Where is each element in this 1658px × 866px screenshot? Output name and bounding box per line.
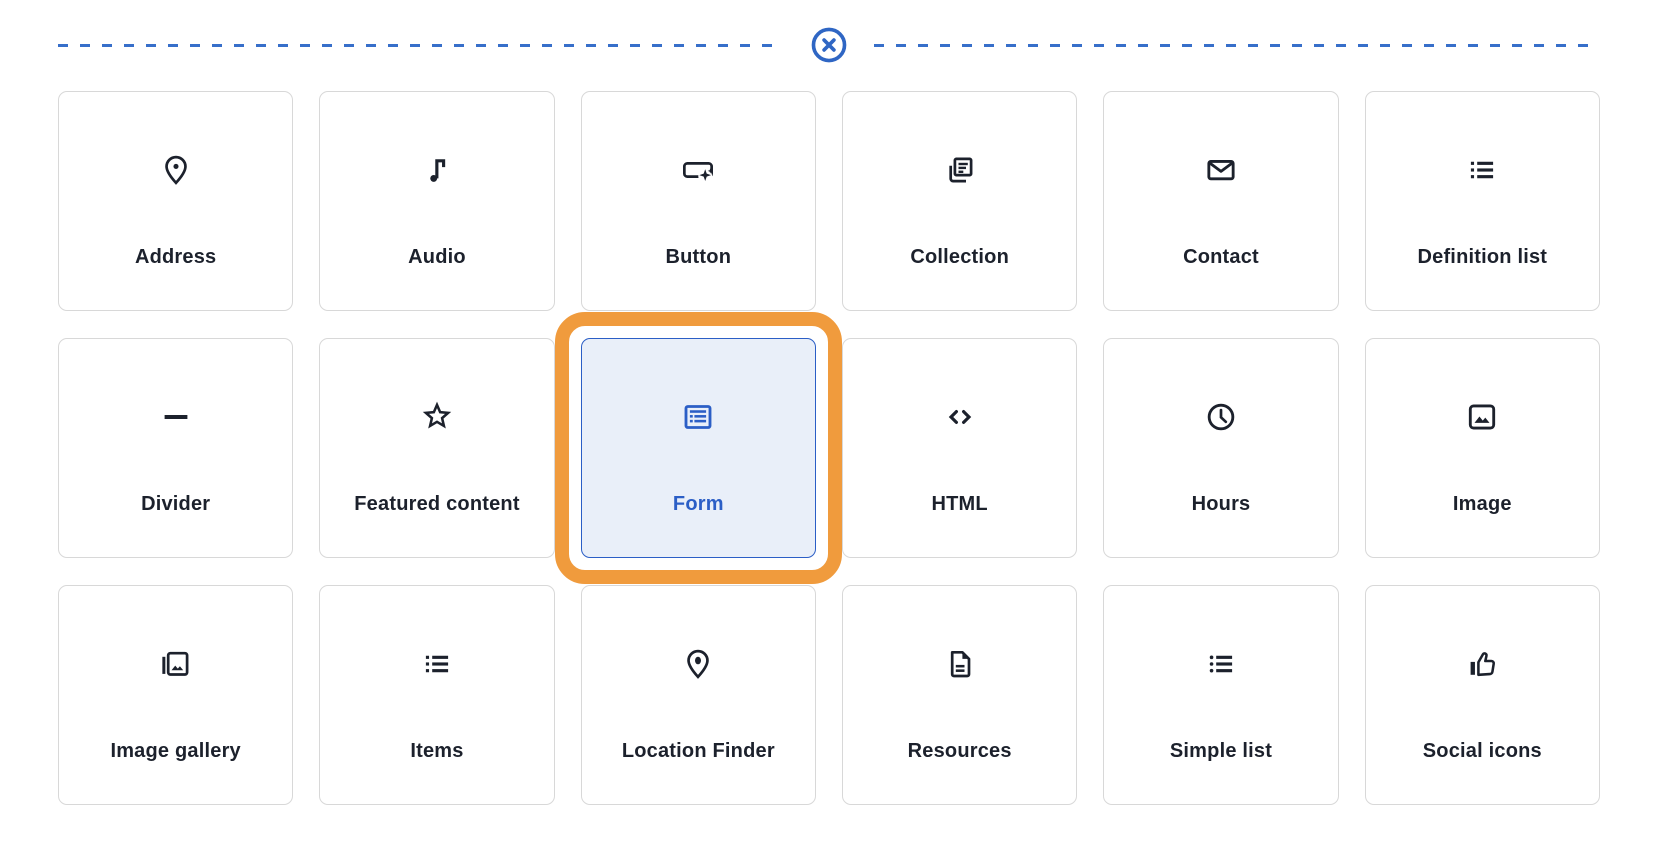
block-label: Image — [1452, 493, 1512, 515]
block-cell: Form — [554, 312, 842, 584]
block-cell: Location Finder — [580, 585, 816, 805]
block-cell: Definition list — [1364, 91, 1600, 311]
block-card-simple-list[interactable]: Simple list — [1103, 585, 1339, 805]
minus-icon — [158, 399, 194, 435]
block-card-resources[interactable]: Resources — [841, 585, 1078, 805]
block-cell: Items — [319, 585, 555, 805]
block-cell: Image gallery — [58, 585, 294, 805]
image-photo-icon — [1464, 399, 1500, 435]
block-label: Location Finder — [621, 740, 775, 762]
block-cell: Hours — [1103, 338, 1339, 558]
list-bullets-square-icon — [419, 646, 455, 682]
block-card-image[interactable]: Image — [1364, 338, 1600, 558]
block-card-contact[interactable]: Contact — [1103, 91, 1339, 311]
block-cell: Featured content — [319, 338, 555, 558]
block-label: Hours — [1191, 493, 1251, 515]
block-card-address[interactable]: Address — [58, 91, 294, 311]
block-label: Contact — [1183, 246, 1259, 268]
block-label: Items — [410, 740, 464, 762]
document-file-icon — [942, 646, 978, 682]
block-card-hours[interactable]: Hours — [1103, 338, 1339, 558]
block-card-definition-list[interactable]: Definition list — [1364, 91, 1600, 311]
block-cell: Address — [58, 91, 294, 311]
block-card-audio[interactable]: Audio — [319, 91, 555, 311]
button-sparkle-icon — [680, 152, 716, 188]
block-cell: Image — [1364, 338, 1600, 558]
block-label: Form — [672, 493, 724, 515]
block-card-social-icons[interactable]: Social icons — [1364, 585, 1600, 805]
close-button[interactable] — [810, 26, 848, 64]
block-card-location-finder[interactable]: Location Finder — [580, 585, 816, 805]
image-stack-icon — [158, 646, 194, 682]
code-brackets-icon — [942, 399, 978, 435]
block-card-divider[interactable]: Divider — [58, 338, 294, 558]
envelope-icon — [1203, 152, 1239, 188]
block-card-collection[interactable]: Collection — [841, 91, 1078, 311]
block-label: Address — [134, 246, 217, 268]
block-label: Collection — [910, 246, 1009, 268]
list-bullets-round-icon — [1203, 646, 1239, 682]
block-picker-grid: Address Audio Button Collection Contact — [58, 91, 1600, 805]
block-label: Button — [665, 246, 732, 268]
block-cell: Audio — [319, 91, 555, 311]
block-cell: Button — [580, 91, 816, 311]
block-label: Image gallery — [110, 740, 241, 762]
block-cell: Social icons — [1364, 585, 1600, 805]
block-cell: HTML — [841, 338, 1078, 558]
thumbs-up-icon — [1464, 646, 1500, 682]
block-card-button[interactable]: Button — [580, 91, 816, 311]
block-label: Simple list — [1169, 740, 1273, 762]
collection-pages-icon — [942, 152, 978, 188]
block-card-image-gallery[interactable]: Image gallery — [58, 585, 294, 805]
star-icon — [419, 399, 455, 435]
form-table-icon — [680, 399, 716, 435]
block-card-form[interactable]: Form — [580, 338, 816, 558]
music-note-icon — [419, 152, 455, 188]
block-label: Resources — [907, 740, 1012, 762]
map-pin-icon — [158, 152, 194, 188]
block-cell: Simple list — [1103, 585, 1339, 805]
list-bullets-square-icon — [1464, 152, 1500, 188]
block-label: Definition list — [1417, 246, 1548, 268]
block-card-html[interactable]: HTML — [841, 338, 1078, 558]
dashed-line-left — [58, 43, 784, 47]
block-label: Social icons — [1422, 740, 1542, 762]
circle-x-icon — [810, 26, 848, 64]
clock-icon — [1203, 399, 1239, 435]
insert-point-separator — [58, 26, 1600, 64]
dashed-line-right — [874, 43, 1600, 47]
block-cell: Contact — [1103, 91, 1339, 311]
block-label: Divider — [141, 493, 211, 515]
block-card-featured-content[interactable]: Featured content — [319, 338, 555, 558]
block-cell: Divider — [58, 338, 294, 558]
block-label: Featured content — [354, 493, 520, 515]
block-cell: Collection — [841, 91, 1078, 311]
block-label: Audio — [408, 246, 466, 268]
block-card-items[interactable]: Items — [319, 585, 555, 805]
map-pin-filled-icon — [680, 646, 716, 682]
block-label: HTML — [931, 493, 988, 515]
block-cell: Resources — [841, 585, 1078, 805]
